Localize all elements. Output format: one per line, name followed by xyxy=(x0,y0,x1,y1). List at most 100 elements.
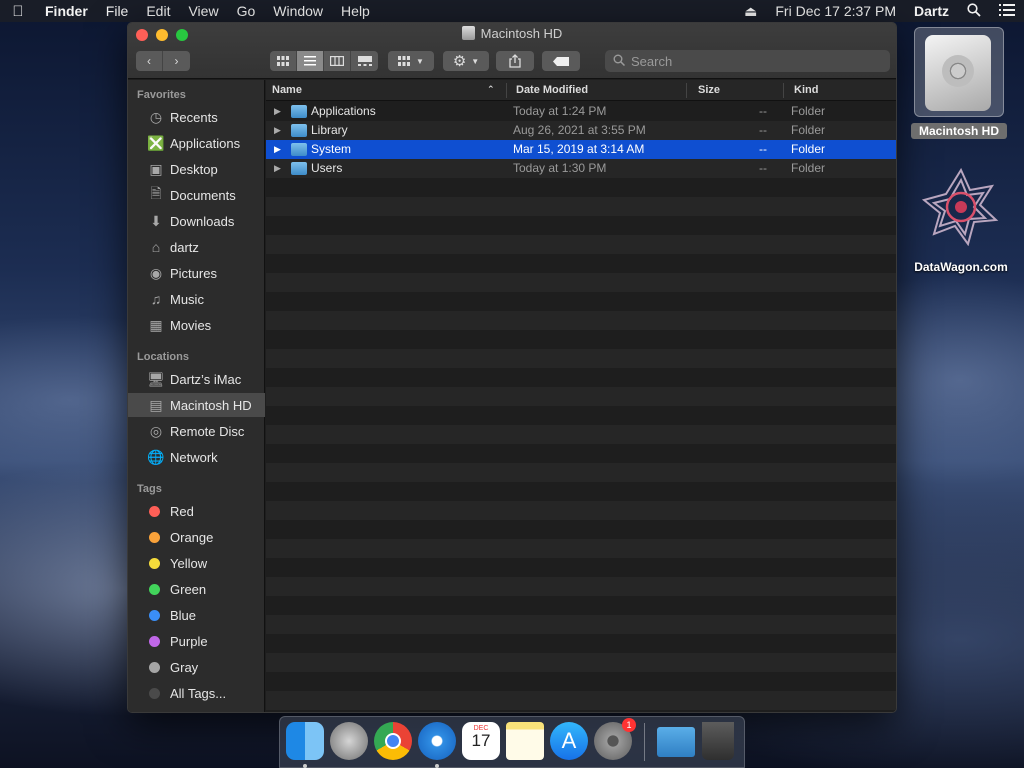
sidebar-item-movies[interactable]: ▦ Movies xyxy=(128,313,265,337)
file-size: -- xyxy=(759,104,767,118)
table-row[interactable]: ▶ System Mar 15, 2019 at 3:14 AM -- Folder xyxy=(266,140,896,159)
sidebar-item-imac[interactable]: 🖥 Dartz’s iMac xyxy=(128,367,265,391)
sidebar-item-music[interactable]: ♫ Music xyxy=(128,287,265,311)
sidebar-item-network[interactable]: 🌐 Network xyxy=(128,445,265,469)
sidebar-item-label: Music xyxy=(170,291,204,307)
launchpad-icon[interactable] xyxy=(330,722,368,760)
sidebar-all-tags[interactable]: All Tags... xyxy=(128,681,265,705)
sidebar-item-recents[interactable]: ◷ Recents xyxy=(128,105,265,129)
finder-icon[interactable] xyxy=(286,722,324,760)
action-menu-button[interactable]: ⚙ ▼ xyxy=(443,51,489,71)
table-row[interactable]: ▶ Library Aug 26, 2021 at 3:55 PM -- Folder xyxy=(266,121,896,140)
table-row[interactable]: ▶ Users Today at 1:30 PM -- Folder xyxy=(266,159,896,178)
icon-view-button[interactable] xyxy=(270,51,297,71)
film-icon: ▦ xyxy=(149,316,163,333)
sidebar-item-documents[interactable]: 🗎 Documents xyxy=(128,183,265,207)
column-header-name[interactable]: Name xyxy=(272,84,302,96)
sidebar-tag-gray[interactable]: Gray xyxy=(128,655,265,679)
sidebar-tag-red[interactable]: Red xyxy=(128,499,265,523)
empty-row xyxy=(266,634,896,653)
menu-go[interactable]: Go xyxy=(228,3,265,19)
notes-icon[interactable] xyxy=(506,722,544,760)
date-modified: Mar 15, 2019 at 3:14 AM xyxy=(513,142,645,156)
disclosure-triangle-icon[interactable]: ▶ xyxy=(274,163,281,174)
file-name: Users xyxy=(311,161,343,175)
sidebar-item-label: Gray xyxy=(170,659,199,675)
search-field[interactable]: Search xyxy=(605,50,890,72)
empty-row xyxy=(266,444,896,463)
table-row[interactable]: ▶ Applications Today at 1:24 PM -- Folder xyxy=(266,102,896,121)
disclosure-triangle-icon[interactable]: ▶ xyxy=(274,125,281,136)
menu-view[interactable]: View xyxy=(179,3,227,19)
downloads-folder-icon[interactable] xyxy=(657,727,695,757)
sidebar-item-macintosh-hd[interactable]: ▤ Macintosh HD xyxy=(128,393,265,417)
datawagon-logo-icon xyxy=(922,168,999,246)
title-bar: Macintosh HD ‹ › ▼ ⚙ ▼ Search xyxy=(128,23,896,79)
empty-row xyxy=(266,615,896,634)
chrome-icon[interactable] xyxy=(374,722,412,760)
clock-datetime[interactable]: Fri Dec 17 2:37 PM xyxy=(766,3,905,19)
tag-dot-icon xyxy=(149,505,160,517)
column-header-size[interactable]: Size xyxy=(698,84,720,96)
sidebar-item-home[interactable]: ⌂ dartz xyxy=(128,235,265,259)
trash-icon[interactable] xyxy=(702,722,734,760)
user-menu[interactable]: Dartz xyxy=(905,3,958,19)
gallery-view-button[interactable] xyxy=(351,51,378,71)
calendar-icon[interactable]: DEC 17 xyxy=(462,722,500,760)
file-kind: Folder xyxy=(791,104,826,118)
finder-window: Macintosh HD ‹ › ▼ ⚙ ▼ Search Favorites … xyxy=(127,22,897,713)
desktop-datawagon-shortcut[interactable]: DataWagon.com xyxy=(906,168,1016,278)
window-title-text: Macintosh HD xyxy=(480,26,563,41)
sidebar-item-desktop[interactable]: ▣ Desktop xyxy=(128,157,265,181)
list-header: Name ⌃ Date Modified Size Kind xyxy=(266,80,896,101)
menu-window[interactable]: Window xyxy=(264,3,332,19)
system-preferences-icon[interactable]: 1 xyxy=(594,718,636,760)
sidebar-tag-green[interactable]: Green xyxy=(128,577,265,601)
column-view-button[interactable] xyxy=(324,51,351,71)
spotlight-icon[interactable] xyxy=(958,2,990,20)
sidebar-item-applications[interactable]: ❎ Applications xyxy=(128,131,265,155)
empty-row xyxy=(266,653,896,672)
sidebar-tag-purple[interactable]: Purple xyxy=(128,629,265,653)
date-modified: Aug 26, 2021 at 3:55 PM xyxy=(513,123,646,137)
list-view-button[interactable] xyxy=(297,51,324,71)
network-icon: 🌐 xyxy=(147,448,165,465)
sidebar-tag-yellow[interactable]: Yellow xyxy=(128,551,265,575)
disclosure-triangle-icon[interactable]: ▶ xyxy=(274,106,281,117)
share-button[interactable] xyxy=(496,51,534,71)
forward-button[interactable]: › xyxy=(163,51,190,71)
notification-center-icon[interactable] xyxy=(990,3,1024,19)
sidebar-tag-blue[interactable]: Blue xyxy=(128,603,265,627)
gear-icon: ⚙ xyxy=(452,53,467,70)
eject-icon[interactable]: ⏏ xyxy=(735,3,766,20)
desktop-macintosh-hd[interactable]: Macintosh HD xyxy=(911,27,1007,142)
sidebar-tag-orange[interactable]: Orange xyxy=(128,525,265,549)
tag-dot-icon xyxy=(149,661,160,673)
disclosure-triangle-icon[interactable]: ▶ xyxy=(274,144,281,155)
menu-edit[interactable]: Edit xyxy=(137,3,179,19)
sidebar-item-remote-disc[interactable]: ◎ Remote Disc xyxy=(128,419,265,443)
back-button[interactable]: ‹ xyxy=(136,51,163,71)
folder-icon xyxy=(291,162,307,175)
menu-help[interactable]: Help xyxy=(332,3,379,19)
empty-row xyxy=(266,292,896,311)
sidebar: Favorites ◷ Recents ❎ Applications ▣ Deskto… xyxy=(128,80,265,712)
empty-row xyxy=(266,482,896,501)
menu-app-finder[interactable]: Finder xyxy=(36,3,97,19)
file-name: Library xyxy=(311,123,348,137)
app-store-icon[interactable]: A xyxy=(550,722,588,760)
file-name: System xyxy=(311,142,352,156)
tags-button[interactable] xyxy=(542,51,580,71)
sidebar-item-label: Downloads xyxy=(170,213,235,229)
sidebar-heading-tags: Tags xyxy=(137,483,162,495)
menu-file[interactable]: File xyxy=(97,3,138,19)
sidebar-item-downloads[interactable]: ⬇ Downloads xyxy=(128,209,265,233)
group-by-button[interactable]: ▼ xyxy=(388,51,434,71)
sidebar-item-pictures[interactable]: ◉ Pictures xyxy=(128,261,265,285)
sidebar-item-label: Network xyxy=(170,449,218,465)
apple-icon[interactable]:  xyxy=(0,3,36,20)
empty-row xyxy=(266,273,896,292)
column-header-date[interactable]: Date Modified xyxy=(516,84,588,96)
safari-icon[interactable] xyxy=(418,722,456,760)
column-header-kind[interactable]: Kind xyxy=(794,84,818,96)
